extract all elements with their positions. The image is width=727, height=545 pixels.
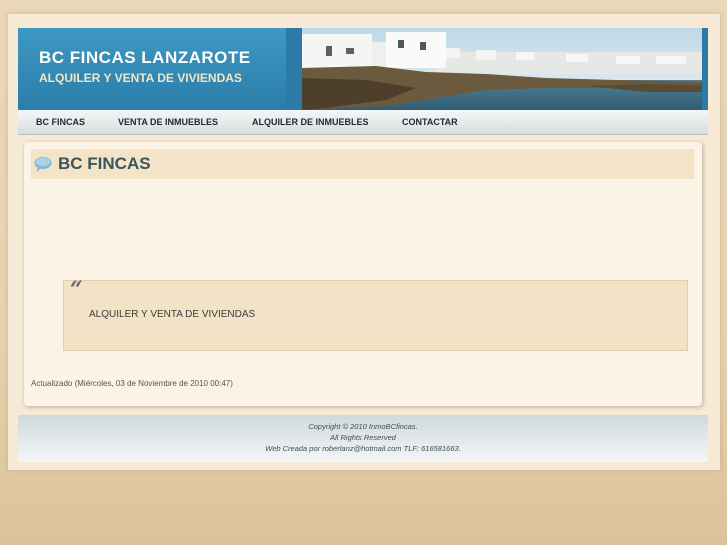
footer-credits: Web Creada por roberlanz@hotmail.com TLF… xyxy=(265,444,461,453)
site-header: BC FINCAS LANZAROTE ALQUILER Y VENTA DE … xyxy=(18,28,708,110)
nav-item-contactar[interactable]: CONTACTAR xyxy=(402,117,458,127)
quote-mark: “ xyxy=(70,277,83,303)
header-text-block: BC FINCAS LANZAROTE ALQUILER Y VENTA DE … xyxy=(18,28,286,110)
footer-rights: All Rights Reserved xyxy=(330,433,396,442)
quote-text: ALQUILER Y VENTA DE VIVIENDAS xyxy=(89,309,256,320)
page-title: BC FINCAS xyxy=(58,154,151,173)
main-nav: BC FINCAS VENTA DE INMUEBLES ALQUILER DE… xyxy=(18,110,708,135)
site-footer: Copyright © 2010 InmoBCfincas. All Right… xyxy=(18,415,708,462)
speech-bubble-icon xyxy=(34,157,52,172)
quote-box: “ ALQUILER Y VENTA DE VIVIENDAS xyxy=(63,277,688,351)
coastal-village-photo xyxy=(286,28,708,110)
content-panel: BC FINCAS “ ALQUILER Y VENTA DE VIVIENDA… xyxy=(24,142,702,406)
footer-copyright: Copyright © 2010 InmoBCfincas. xyxy=(308,422,418,431)
nav-item-bc-fincas[interactable]: BC FINCAS xyxy=(36,117,85,127)
site-subtitle: ALQUILER Y VENTA DE VIVIENDAS xyxy=(39,71,242,85)
nav-item-venta[interactable]: VENTA DE INMUEBLES xyxy=(118,117,218,127)
updated-timestamp: Actualizado (Miércoles, 03 de Noviembre … xyxy=(31,379,233,388)
site-title: BC FINCAS LANZAROTE xyxy=(39,48,251,67)
nav-item-alquiler[interactable]: ALQUILER DE INMUEBLES xyxy=(252,117,369,127)
title-bar: BC FINCAS xyxy=(31,149,694,179)
header-photo xyxy=(286,28,708,110)
